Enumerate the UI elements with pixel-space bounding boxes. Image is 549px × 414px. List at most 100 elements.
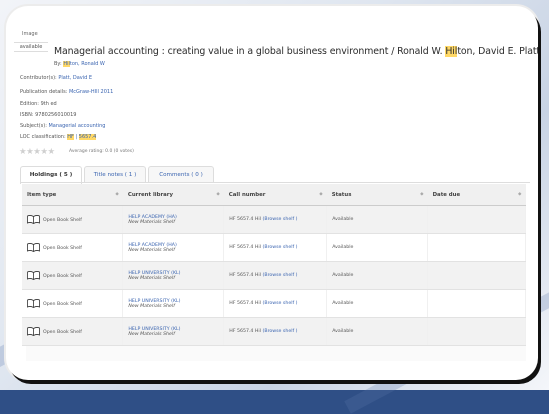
call-number: HF 5657.4 Hil — [229, 329, 262, 334]
lcc-line: LOC classification: HF | 5657.4 — [20, 134, 97, 140]
table-row: Open Book Shelf HELP UNIVERSITY (KL) New… — [22, 261, 526, 290]
holdings-table: Item type ◆ Current library ◆ Call number ◆… — [22, 184, 526, 346]
open-book-icon — [27, 299, 40, 308]
cell-item-type: Open Book Shelf — [22, 317, 124, 346]
status-text: Available — [332, 301, 354, 306]
open-book-icon — [27, 215, 40, 224]
publication-line: Publication details: McGraw-HIll 2011 — [20, 89, 113, 95]
cell-date-due — [427, 289, 526, 318]
status-text: Available — [332, 217, 354, 222]
col-item-type[interactable]: Item type ◆ — [22, 184, 123, 206]
cell-library: HELP ACADEMY (HA) New Materials Shelf — [122, 205, 225, 234]
col-date-due[interactable]: Date due ◆ — [427, 184, 526, 206]
col-call-number[interactable]: Call number ◆ — [223, 184, 327, 206]
header-label: Item type — [27, 191, 57, 198]
title-highlight: Hil — [445, 46, 458, 57]
shelf-location: New Materials Shelf — [128, 247, 175, 253]
col-status[interactable]: Status ◆ — [326, 184, 428, 206]
contributors-label: Contributor(s): — [20, 75, 57, 81]
header-label: Date due — [432, 191, 461, 198]
cell-call-number: HF 5657.4 Hil (Browse shelf ) — [223, 317, 328, 346]
tab-divider — [20, 182, 530, 183]
holdings-header-row: Item type ◆ Current library ◆ Call number ◆… — [22, 184, 526, 206]
tab-comments[interactable]: Comments ( 0 ) — [148, 166, 214, 183]
rating-stars[interactable]: ★★★★★ — [19, 147, 55, 157]
contributors-line: Contributor(s): Platt, David E — [20, 75, 92, 81]
status-text: Available — [332, 273, 354, 278]
cell-library: HELP UNIVERSITY (KL) New Materials Shelf — [122, 289, 225, 318]
thumbnail-line2: available — [14, 42, 48, 52]
cell-item-type: Open Book Shelf — [22, 289, 124, 318]
cell-date-due — [427, 205, 526, 234]
open-book-icon — [27, 271, 40, 280]
status-text: Available — [332, 245, 354, 250]
isbn-line: ISBN: 9780256010019 — [20, 112, 77, 118]
item-type-label: Open Book Shelf — [43, 218, 82, 223]
cell-status: Available — [326, 289, 429, 318]
cell-status: Available — [326, 205, 429, 234]
cell-item-type: Open Book Shelf — [22, 233, 124, 262]
contributor-link[interactable]: Platt, David E — [58, 75, 92, 81]
lcc-label: LOC classification: — [20, 134, 66, 140]
author-link[interactable]: Hilton, Ronald W — [63, 61, 105, 67]
sort-icon: ◆ — [115, 192, 119, 197]
table-row: Open Book Shelf HELP UNIVERSITY (KL) New… — [22, 317, 526, 346]
edition-line: Edition: 9th ed — [20, 101, 57, 107]
lcc-link[interactable]: HF | 5657.4 — [67, 134, 97, 140]
item-type-label: Open Book Shelf — [43, 330, 82, 335]
shelf-location: New Materials Shelf — [128, 275, 175, 281]
lcc-value: 5657.4 — [78, 134, 97, 140]
call-number: HF 5657.4 Hil — [229, 245, 262, 250]
browse-shelf-link[interactable]: (Browse shelf ) — [263, 301, 298, 306]
title-text: Managerial accounting : creating value i… — [54, 46, 446, 57]
item-type-label: Open Book Shelf — [43, 302, 82, 307]
thumbnail-line1: Image — [22, 31, 38, 37]
subject-link[interactable]: Managerial accounting — [48, 123, 105, 129]
tab-title-notes[interactable]: Title notes ( 1 ) — [84, 166, 146, 183]
title-text-end: ton, David E. Platt — [457, 46, 538, 57]
table-row: Open Book Shelf HELP ACADEMY (HA) New Ma… — [22, 205, 526, 234]
shelf-location: New Materials Shelf — [128, 331, 175, 337]
sort-icon: ◆ — [319, 192, 323, 197]
subjects-line: Subject(s): Managerial accounting — [20, 123, 105, 129]
header-label: Status — [331, 191, 352, 198]
cell-date-due — [427, 261, 526, 290]
browse-shelf-link[interactable]: (Browse shelf ) — [263, 245, 298, 250]
shelf-location: New Materials Shelf — [128, 303, 175, 309]
call-number: HF 5657.4 Hil — [229, 301, 262, 306]
sort-icon: ◆ — [420, 192, 424, 197]
cell-item-type: Open Book Shelf — [22, 205, 124, 234]
header-label: Call number — [228, 191, 266, 198]
table-row: Open Book Shelf HELP UNIVERSITY (KL) New… — [22, 289, 526, 318]
publication-label: Publication details: — [20, 89, 68, 95]
record-title: Managerial accounting : creating value i… — [54, 46, 538, 57]
publisher-link[interactable]: McGraw-HIll 2011 — [69, 89, 113, 95]
cell-status: Available — [326, 233, 429, 262]
author-rest: ton, Ronald W — [69, 61, 105, 67]
cell-item-type: Open Book Shelf — [22, 261, 124, 290]
status-text: Available — [332, 329, 354, 334]
col-current-library[interactable]: Current library ◆ — [122, 184, 224, 206]
browse-shelf-link[interactable]: (Browse shelf ) — [263, 217, 298, 222]
shelf-location: New Materials Shelf — [128, 219, 175, 225]
cover-thumbnail: Image available — [14, 31, 48, 58]
item-type-label: Open Book Shelf — [43, 246, 82, 251]
browse-shelf-link[interactable]: (Browse shelf ) — [263, 329, 298, 334]
cell-status: Available — [326, 317, 429, 346]
subjects-label: Subject(s): — [20, 123, 47, 129]
open-book-icon — [27, 327, 40, 336]
table-row: Open Book Shelf HELP ACADEMY (HA) New Ma… — [22, 233, 526, 262]
cell-call-number: HF 5657.4 Hil (Browse shelf ) — [223, 205, 328, 234]
rating-text: Average rating: 0.0 (0 votes) — [69, 149, 134, 154]
sort-icon: ◆ — [216, 192, 220, 197]
cell-call-number: HF 5657.4 Hil (Browse shelf ) — [223, 233, 328, 262]
cell-status: Available — [326, 261, 429, 290]
author-line: By: Hilton, Ronald W — [54, 61, 105, 67]
item-type-label: Open Book Shelf — [43, 274, 82, 279]
open-book-icon — [27, 243, 40, 252]
browse-shelf-link[interactable]: (Browse shelf ) — [263, 273, 298, 278]
lcc-highlight: HF — [67, 134, 74, 140]
header-label: Current library — [127, 191, 173, 198]
cell-call-number: HF 5657.4 Hil (Browse shelf ) — [223, 261, 328, 290]
cell-library: HELP ACADEMY (HA) New Materials Shelf — [122, 233, 225, 262]
